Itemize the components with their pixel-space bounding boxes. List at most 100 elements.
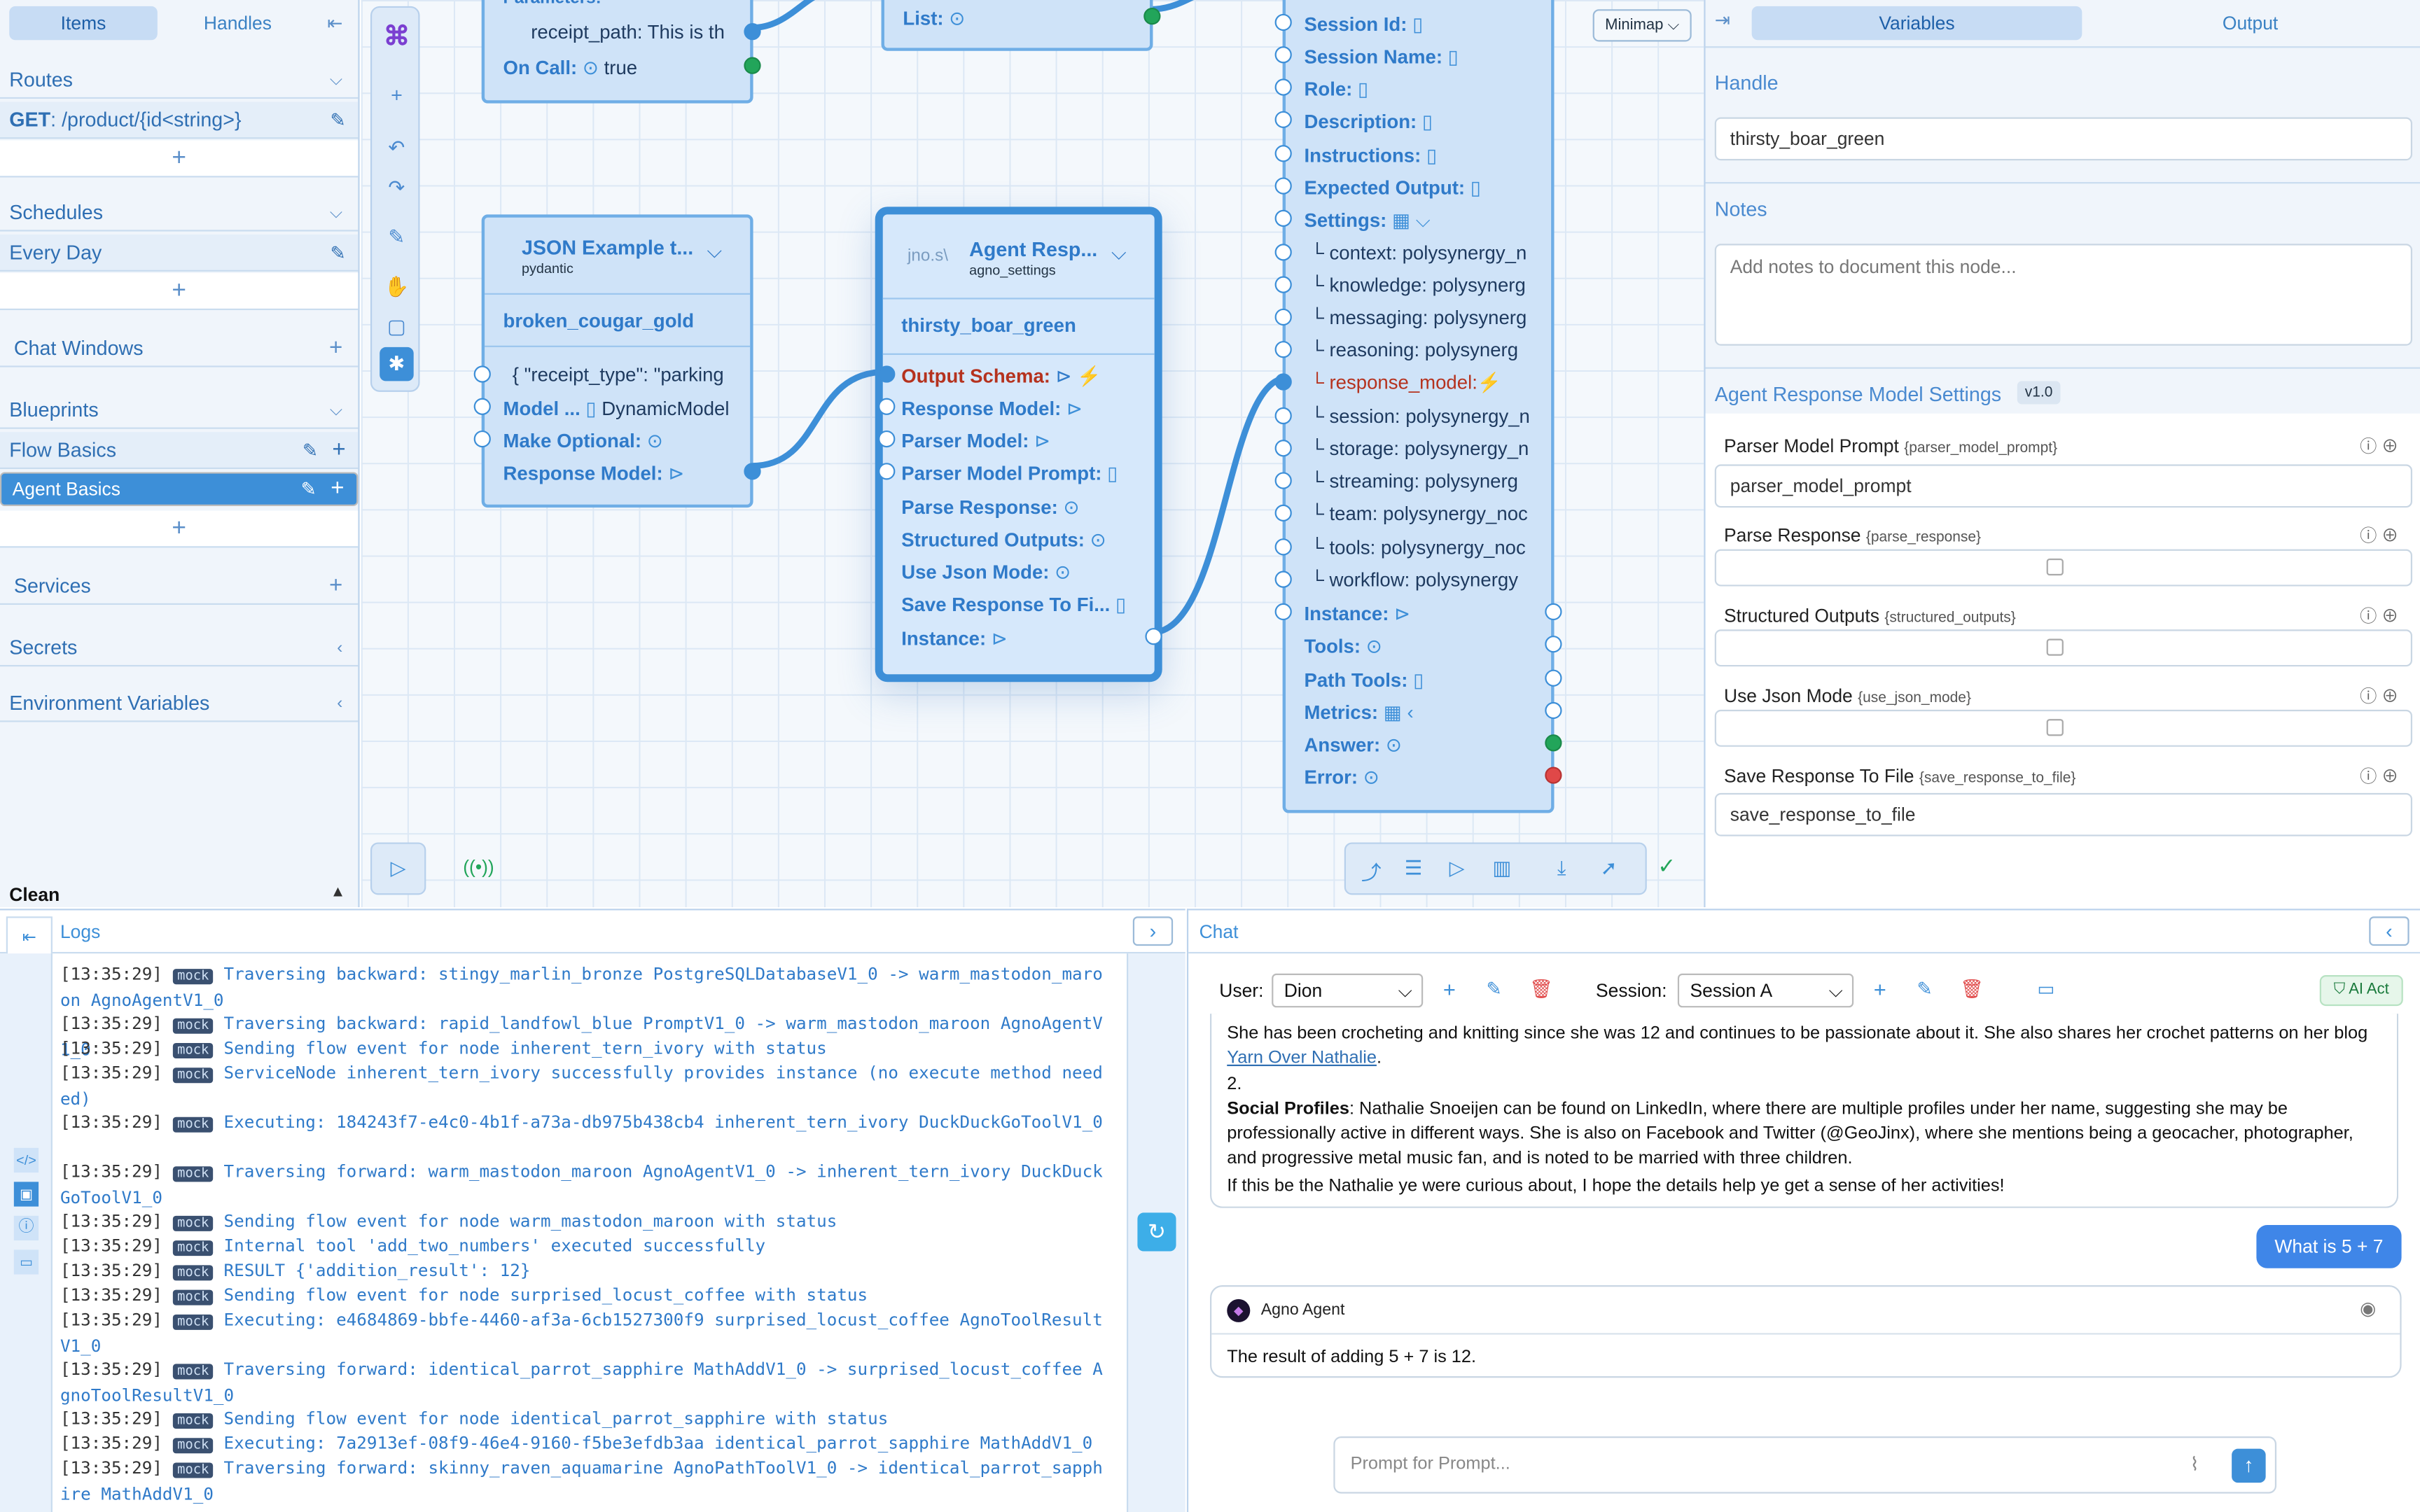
input-port[interactable] bbox=[1274, 504, 1292, 522]
input-port[interactable] bbox=[878, 398, 896, 415]
info-icon[interactable]: ⓘ ⊕ bbox=[2360, 683, 2398, 708]
user-select[interactable]: Dion ⌵ bbox=[1272, 973, 1424, 1008]
pen-icon[interactable]: ✎ bbox=[380, 220, 413, 254]
add-user-icon[interactable]: + bbox=[1443, 976, 1456, 1001]
output-port-success[interactable] bbox=[1545, 734, 1562, 752]
plus-icon[interactable]: + bbox=[332, 432, 345, 469]
input-port[interactable] bbox=[1274, 440, 1292, 457]
output-port-success[interactable] bbox=[1143, 8, 1161, 25]
parse-response-checkbox[interactable] bbox=[2046, 558, 2064, 576]
handle-input[interactable]: thirsty_boar_green bbox=[1714, 117, 2413, 161]
hand-icon[interactable]: ✋ bbox=[380, 270, 413, 304]
input-port[interactable] bbox=[1274, 177, 1292, 195]
node-top-mid[interactable]: List: ⊙ bbox=[881, 0, 1161, 51]
plus-icon[interactable]: + bbox=[329, 568, 342, 605]
structured-outputs-checkbox[interactable] bbox=[2046, 638, 2064, 656]
blueprint-item-flow-basics[interactable]: Flow Basics ✎ + bbox=[0, 432, 359, 470]
tab-items[interactable]: Items bbox=[9, 6, 158, 41]
code-icon[interactable]: </> bbox=[13, 1147, 39, 1173]
chat-windows-section[interactable]: Chat Windows + bbox=[0, 330, 359, 368]
notes-textarea[interactable]: Add notes to document this node... bbox=[1714, 244, 2413, 346]
pointer-icon[interactable]: ✱ bbox=[380, 346, 414, 382]
node-agent-response[interactable]: jno.s\ Agent Resp... agno_settings ⌵ thi… bbox=[875, 206, 1162, 682]
square-select-icon[interactable]: ▢ bbox=[380, 310, 413, 344]
edit-user-icon[interactable]: ✎ bbox=[1487, 978, 1502, 1000]
play-icon[interactable]: ▷ bbox=[1449, 856, 1465, 881]
chevron-down-icon[interactable]: ⌵ bbox=[330, 195, 342, 232]
send-button[interactable]: ↑ bbox=[2232, 1448, 2266, 1483]
input-port[interactable] bbox=[1274, 209, 1292, 227]
input-port[interactable] bbox=[1274, 276, 1292, 293]
eye-icon[interactable]: ◉ bbox=[2360, 1298, 2376, 1320]
schedules-section[interactable]: Schedules ⌵ bbox=[0, 195, 359, 232]
input-port[interactable] bbox=[1274, 111, 1292, 128]
output-port[interactable] bbox=[744, 23, 761, 41]
chevron-left-icon[interactable]: ‹ bbox=[337, 685, 342, 722]
output-port[interactable] bbox=[1545, 636, 1562, 653]
node-agent[interactable]: Session Id: ▯ Session Name: ▯ Role: ▯ De… bbox=[1274, 0, 1562, 813]
play-button[interactable]: ▷ bbox=[370, 842, 426, 895]
secrets-section[interactable]: Secrets ‹ bbox=[0, 629, 359, 667]
chevron-down-icon[interactable]: ⌵ bbox=[330, 392, 342, 429]
folder-icon[interactable]: ▭ bbox=[13, 1250, 39, 1275]
input-port[interactable] bbox=[1274, 570, 1292, 588]
tab-handles[interactable]: Handles bbox=[164, 6, 312, 40]
collapse-sidebar-icon[interactable]: ⇤ bbox=[318, 6, 352, 40]
input-port[interactable] bbox=[1274, 373, 1292, 391]
edit-pencil-icon[interactable]: ✎ bbox=[331, 234, 346, 272]
services-section[interactable]: Services + bbox=[0, 568, 359, 606]
book-icon[interactable]: ▥ bbox=[1492, 856, 1511, 881]
comment-icon[interactable]: ▭ bbox=[2037, 978, 2054, 1000]
info-icon[interactable]: ⓘ ⊕ bbox=[2360, 603, 2398, 628]
input-port[interactable] bbox=[1274, 538, 1292, 556]
edit-session-icon[interactable]: ✎ bbox=[1917, 978, 1932, 1000]
input-port[interactable] bbox=[1274, 13, 1292, 31]
blueprints-section[interactable]: Blueprints ⌵ bbox=[0, 392, 359, 429]
input-port[interactable] bbox=[1274, 78, 1292, 96]
output-port[interactable] bbox=[744, 463, 761, 480]
minimap-toggle[interactable]: Minimap ⌵ bbox=[1592, 9, 1692, 42]
input-port[interactable] bbox=[1274, 341, 1292, 358]
add-blueprint-button[interactable]: + bbox=[0, 510, 359, 548]
chevron-down-icon[interactable]: ⌵ bbox=[1111, 241, 1127, 265]
add-icon[interactable]: + bbox=[380, 78, 413, 112]
chevron-right-icon[interactable]: › bbox=[1132, 916, 1174, 946]
chevron-down-icon[interactable]: ⌵ bbox=[330, 62, 342, 99]
delete-user-icon[interactable]: 🗑 bbox=[1529, 978, 1553, 1000]
add-route-button[interactable]: + bbox=[0, 140, 359, 178]
parser-model-prompt-input[interactable]: parser_model_prompt bbox=[1714, 464, 2413, 508]
caret-up-icon[interactable]: ▲ bbox=[331, 884, 346, 901]
redo-icon[interactable]: ↷ bbox=[380, 172, 413, 205]
blueprint-item-agent-basics[interactable]: Agent Basics ✎ + bbox=[0, 472, 359, 506]
input-port[interactable] bbox=[1274, 308, 1292, 326]
input-port[interactable] bbox=[878, 430, 896, 448]
input-port[interactable] bbox=[1274, 472, 1292, 489]
input-port[interactable] bbox=[473, 430, 491, 448]
input-port[interactable] bbox=[1274, 46, 1292, 64]
tab-variables[interactable]: Variables bbox=[1751, 6, 2082, 41]
prompt-input[interactable]: Prompt for Prompt... bbox=[1351, 1455, 1510, 1473]
prompt-box[interactable]: Prompt for Prompt... ⌇ ↑ bbox=[1333, 1436, 2277, 1494]
chevron-left-icon[interactable]: ‹ bbox=[2369, 916, 2409, 946]
routes-section[interactable]: Routes ⌵ bbox=[0, 62, 359, 99]
ai-act-badge[interactable]: ⛉ AI Act bbox=[2319, 974, 2403, 1007]
plus-icon[interactable]: + bbox=[331, 474, 344, 505]
env-vars-section[interactable]: Environment Variables ‹ bbox=[0, 685, 359, 722]
info-icon[interactable]: ⓘ ⊕ bbox=[2360, 433, 2398, 458]
output-port-error[interactable] bbox=[1545, 766, 1562, 784]
tab-output[interactable]: Output bbox=[2088, 6, 2412, 40]
schedule-item[interactable]: Every Day ✎ bbox=[0, 234, 359, 272]
info-icon[interactable]: ⓘ ⊕ bbox=[2360, 764, 2398, 788]
input-port[interactable] bbox=[878, 463, 896, 480]
download-icon[interactable]: ⤓ bbox=[1557, 856, 1566, 881]
node-json-example[interactable]: JSON Example t... pydantic ⌵ broken_coug… bbox=[473, 214, 761, 508]
delete-session-icon[interactable]: 🗑 bbox=[1960, 978, 1984, 1000]
plus-icon[interactable]: + bbox=[329, 330, 342, 368]
input-port[interactable] bbox=[1274, 145, 1292, 162]
input-port[interactable] bbox=[878, 365, 896, 383]
add-session-icon[interactable]: + bbox=[1874, 976, 1886, 1001]
session-select[interactable]: Session A ⌵ bbox=[1677, 973, 1854, 1008]
output-port[interactable] bbox=[1545, 603, 1562, 621]
refresh-icon[interactable]: ↻ bbox=[1137, 1212, 1176, 1252]
save-response-input[interactable]: save_response_to_file bbox=[1714, 792, 2413, 836]
